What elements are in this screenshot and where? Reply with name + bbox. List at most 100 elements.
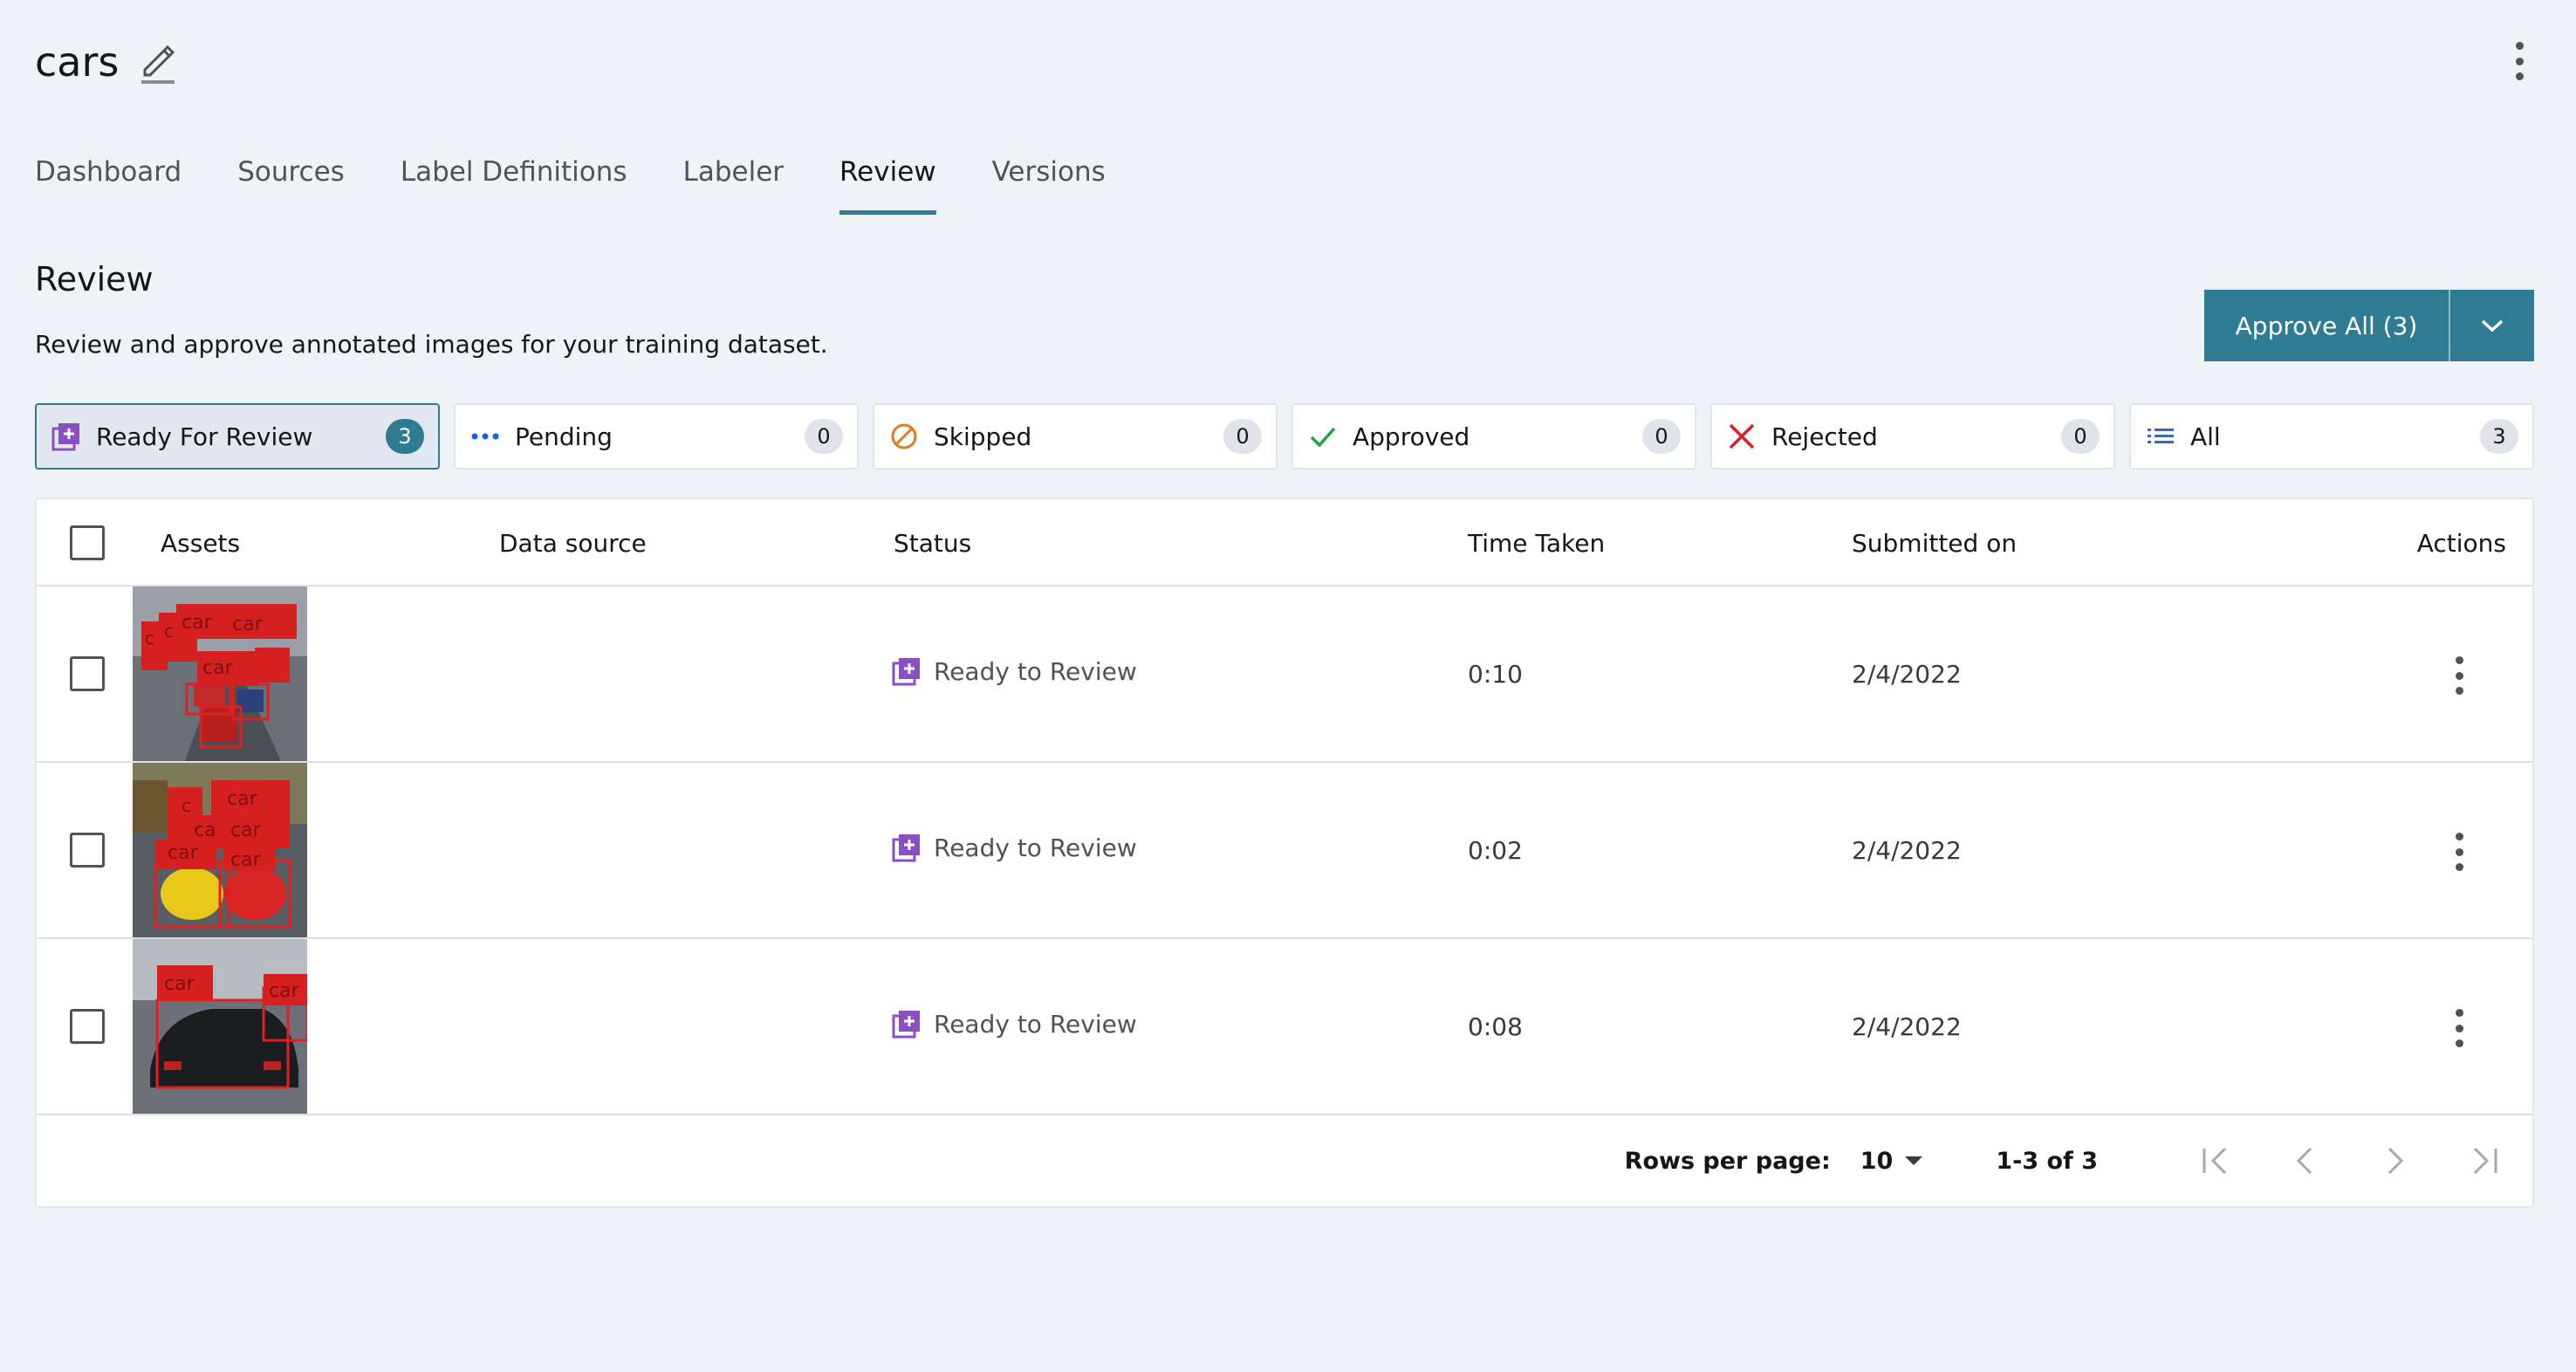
pencil-edit-icon[interactable] (138, 38, 178, 86)
row-actions-overflow-icon[interactable] (2450, 833, 2468, 871)
list-icon (2145, 421, 2176, 452)
column-header-data-source[interactable]: Data source (499, 529, 647, 558)
approve-options-chevron-down-icon[interactable] (2449, 290, 2534, 361)
row-actions-overflow-icon[interactable] (2450, 1009, 2468, 1047)
next-page-icon[interactable] (2372, 1138, 2417, 1183)
thumbnail-label: c (182, 795, 191, 816)
row-checkbox[interactable] (70, 1009, 105, 1044)
title-row: cars (35, 31, 178, 93)
filter-skipped[interactable]: Skipped 0 (873, 403, 1278, 470)
thumbnail-label: car (230, 820, 262, 841)
page-range: 1-3 of 3 (1996, 1147, 2098, 1175)
thumbnail-label: car (164, 973, 195, 995)
page-title: cars (35, 38, 120, 86)
column-header-actions: Actions (2416, 529, 2506, 558)
status-text: Ready to Review (934, 656, 1137, 686)
review-table: Assets Data source Status Time Taken Sub… (35, 497, 2534, 1208)
pagination: Rows per page: 10 1-3 of 3 (37, 1115, 2532, 1206)
tab-review[interactable]: Review (839, 150, 936, 215)
rows-per-page-select[interactable]: 10 (1860, 1148, 1925, 1175)
column-header-submitted-on[interactable]: Submitted on (1852, 529, 2017, 558)
status-cell: Ready to Review (892, 833, 1137, 862)
time-taken-cell: 0:10 (1468, 660, 1523, 689)
caret-down-icon (1905, 1156, 1923, 1165)
status-cell: Ready to Review (892, 656, 1137, 686)
asset-thumbnail[interactable]: car car car c c (133, 587, 307, 761)
filter-label: Skipped (934, 422, 1032, 451)
column-header-assets[interactable]: Assets (161, 529, 240, 558)
tab-bar: Dashboard Sources Label Definitions Labe… (35, 150, 1161, 215)
table-row[interactable]: car car Ready to Review 0:08 2/4/2022 (37, 939, 2532, 1115)
filter-count-badge: 0 (2061, 419, 2100, 454)
tab-dashboard[interactable]: Dashboard (35, 150, 182, 215)
filter-label: Pending (515, 422, 613, 451)
time-taken-cell: 0:08 (1468, 1012, 1523, 1041)
filter-label: Rejected (1771, 422, 1878, 451)
section-description: Review and approve annotated images for … (35, 330, 828, 359)
rows-per-page-label: Rows per page: (1624, 1147, 1831, 1175)
table-row[interactable]: car car car c c Ready to Review 0:10 2/4… (37, 587, 2532, 763)
filter-label: All (2190, 422, 2221, 451)
last-page-icon[interactable] (2461, 1138, 2506, 1183)
tab-labeler[interactable]: Labeler (683, 150, 784, 215)
table-header: Assets Data source Status Time Taken Sub… (37, 499, 2532, 587)
thumbnail-label: c (164, 621, 174, 641)
filter-ready-for-review[interactable]: Ready For Review 3 (35, 403, 440, 470)
table-row[interactable]: car car car car ca c Ready to Review 0:0… (37, 763, 2532, 939)
filter-label: Ready For Review (96, 422, 313, 451)
overflow-menu-icon[interactable] (2506, 42, 2532, 80)
column-header-time-taken[interactable]: Time Taken (1468, 529, 1605, 558)
filter-all[interactable]: All 3 (2129, 403, 2534, 470)
approve-all-split-button: Approve All (3) (2204, 290, 2534, 361)
filter-rejected[interactable]: Rejected 0 (1710, 403, 2115, 470)
approve-all-button[interactable]: Approve All (3) (2204, 290, 2449, 361)
filter-count-badge: 3 (2480, 419, 2518, 454)
pending-dots-icon (469, 421, 501, 452)
ready-review-icon (892, 1011, 920, 1039)
asset-thumbnail[interactable]: car car (133, 939, 307, 1114)
thumbnail-label: car (232, 614, 264, 635)
filter-count-badge: 3 (386, 419, 424, 454)
filter-count-badge: 0 (1223, 419, 1262, 454)
tab-versions[interactable]: Versions (992, 150, 1106, 215)
thumbnail-label: ca (194, 820, 216, 841)
row-checkbox[interactable] (70, 656, 105, 691)
thumbnail-label: car (168, 842, 199, 864)
status-text: Ready to Review (934, 1009, 1137, 1039)
status-cell: Ready to Review (892, 1009, 1137, 1039)
row-checkbox[interactable] (70, 833, 105, 868)
thumbnail-label: car (269, 980, 300, 1002)
tab-sources[interactable]: Sources (237, 150, 345, 215)
skipped-icon (888, 421, 920, 452)
tab-label-definitions[interactable]: Label Definitions (401, 150, 627, 215)
thumbnail-label: car (227, 788, 258, 810)
thumbnail-label: car (202, 657, 234, 679)
status-filters: Ready For Review 3 Pending 0 Skipped 0 A… (35, 403, 2534, 470)
column-header-status[interactable]: Status (894, 529, 971, 558)
section-title: Review (35, 260, 154, 298)
close-icon (1726, 421, 1757, 452)
thumbnail-label: car (182, 612, 213, 634)
thumbnail-label: car (230, 849, 262, 871)
asset-thumbnail[interactable]: car car car car ca c (133, 763, 307, 937)
filter-count-badge: 0 (1642, 419, 1681, 454)
previous-page-icon[interactable] (2283, 1138, 2328, 1183)
ready-review-icon (892, 834, 920, 862)
filter-approved[interactable]: Approved 0 (1291, 403, 1696, 470)
row-actions-overflow-icon[interactable] (2450, 656, 2468, 695)
rows-per-page-value: 10 (1860, 1147, 1894, 1175)
select-all-checkbox[interactable] (70, 525, 105, 560)
time-taken-cell: 0:02 (1468, 836, 1523, 865)
filter-label: Approved (1353, 422, 1470, 451)
first-page-icon[interactable] (2194, 1138, 2239, 1183)
filter-count-badge: 0 (805, 419, 843, 454)
status-text: Ready to Review (934, 833, 1137, 862)
filter-pending[interactable]: Pending 0 (454, 403, 859, 470)
submitted-on-cell: 2/4/2022 (1852, 836, 1962, 865)
ready-review-icon (51, 421, 82, 452)
submitted-on-cell: 2/4/2022 (1852, 660, 1962, 689)
check-icon (1307, 421, 1339, 452)
thumbnail-label: c (145, 628, 154, 648)
ready-review-icon (892, 658, 920, 686)
submitted-on-cell: 2/4/2022 (1852, 1012, 1962, 1041)
